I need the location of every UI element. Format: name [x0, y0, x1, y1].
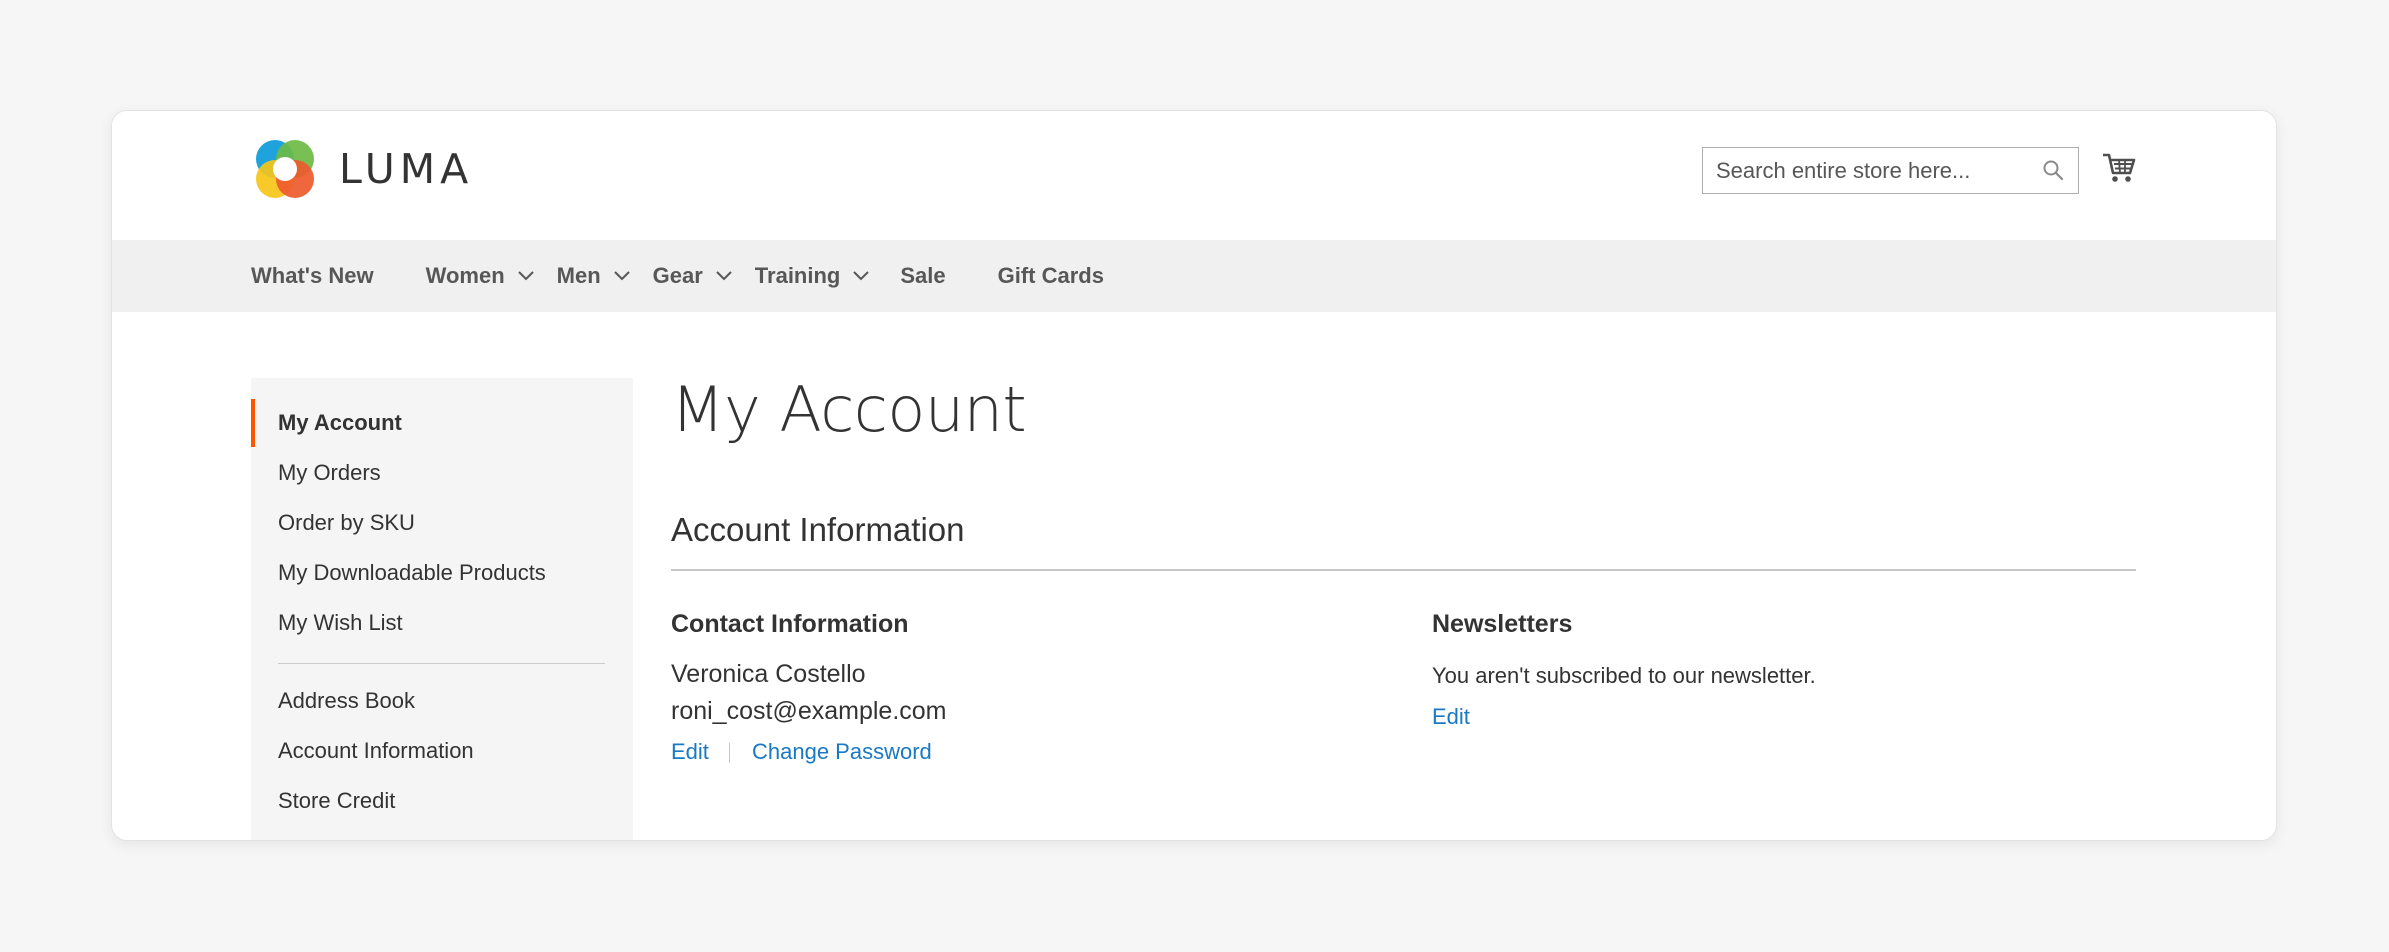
customer-email: roni_cost@example.com: [671, 697, 947, 725]
sidebar-item-my-account[interactable]: My Account: [251, 399, 633, 447]
sidebar-item-order-by-sku[interactable]: Order by SKU: [251, 499, 633, 547]
sidebar-item-label: My Orders: [278, 460, 381, 485]
sidebar-item-label: My Downloadable Products: [278, 560, 546, 585]
main-navigation: What's New Women Men Gear Training Sale: [112, 240, 2276, 312]
contact-information-title: Contact Information: [671, 610, 909, 638]
cart-icon[interactable]: [2102, 151, 2136, 185]
luma-logo-icon: [256, 140, 314, 198]
nav-item-gear[interactable]: Gear: [653, 263, 733, 289]
header: LUMA: [112, 111, 2276, 240]
nav-item-label: Sale: [900, 263, 946, 288]
newsletters-title: Newsletters: [1432, 610, 1573, 638]
nav-item-label: Gear: [652, 263, 703, 288]
change-password-link[interactable]: Change Password: [752, 739, 932, 765]
section-divider: [671, 569, 2136, 571]
sidebar-item-label: Address Book: [278, 688, 415, 713]
nav-item-sale[interactable]: Sale: [900, 263, 945, 289]
nav-item-training[interactable]: Training: [755, 263, 871, 289]
page-frame: LUMA What's New Women: [111, 110, 2277, 841]
sidebar-item-my-wish-list[interactable]: My Wish List: [251, 599, 633, 647]
sidebar-item-my-downloadable-products[interactable]: My Downloadable Products: [251, 549, 633, 597]
customer-name: Veronica Costello: [671, 660, 866, 688]
sidebar-item-address-book[interactable]: Address Book: [251, 677, 633, 725]
sidebar-item-my-orders[interactable]: My Orders: [251, 449, 633, 497]
search-icon[interactable]: [2042, 159, 2064, 181]
sidebar-divider: [278, 663, 605, 664]
nav-item-whats-new[interactable]: What's New: [251, 263, 374, 289]
chevron-down-icon: [853, 271, 870, 281]
section-title: Account Information: [671, 511, 965, 548]
sidebar-item-label: Account Information: [278, 738, 474, 763]
sidebar-item-label: Order by SKU: [278, 510, 415, 535]
search-input[interactable]: [1716, 157, 2016, 184]
sidebar-item-store-credit[interactable]: Store Credit: [251, 777, 633, 825]
link-separator: [729, 743, 730, 763]
edit-newsletters-link[interactable]: Edit: [1432, 704, 1470, 730]
account-sidebar: My Account My Orders Order by SKU My Dow…: [251, 378, 633, 840]
nav-item-label: Training: [754, 263, 841, 288]
newsletter-status: You aren't subscribed to our newsletter.: [1432, 663, 1816, 688]
nav-item-gift-cards[interactable]: Gift Cards: [998, 263, 1104, 289]
brand-name: LUMA: [339, 145, 474, 193]
nav-item-label: Men: [556, 263, 601, 288]
chevron-down-icon: [613, 271, 630, 281]
sidebar-item-account-information[interactable]: Account Information: [251, 727, 633, 775]
sidebar-item-label: My Wish List: [278, 610, 403, 635]
page-title: My Account: [671, 373, 1027, 446]
search-box[interactable]: [1702, 147, 2079, 194]
nav-item-men[interactable]: Men: [557, 263, 631, 289]
nav-item-women[interactable]: Women: [426, 263, 535, 289]
chevron-down-icon: [716, 271, 732, 281]
nav-item-label: What's New: [251, 263, 374, 288]
sidebar-item-label: My Account: [278, 410, 402, 435]
edit-contact-link[interactable]: Edit: [671, 739, 709, 765]
nav-item-label: Gift Cards: [997, 263, 1104, 288]
sidebar-item-label: Store Credit: [278, 788, 396, 813]
luma-logo[interactable]: LUMA: [251, 135, 473, 203]
chevron-down-icon: [517, 271, 534, 281]
nav-item-label: Women: [425, 263, 505, 288]
